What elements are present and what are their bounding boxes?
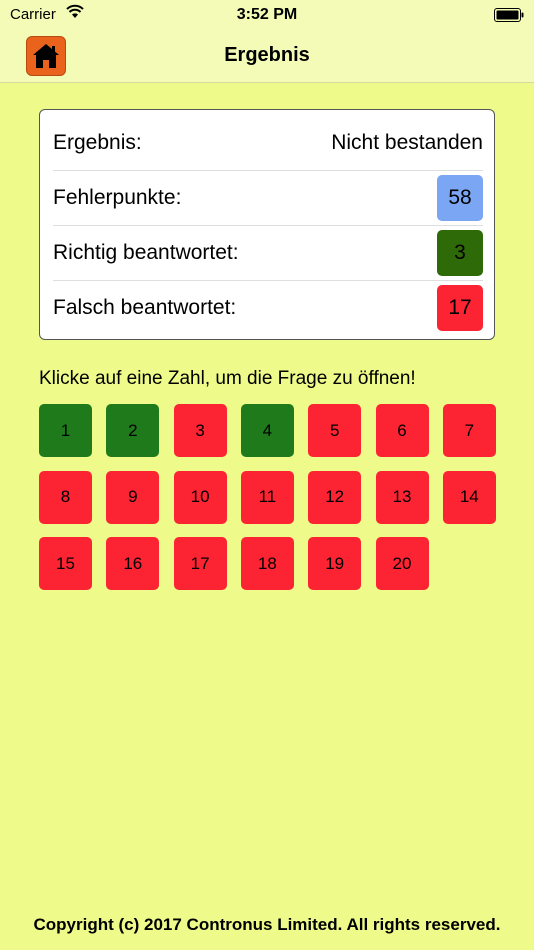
- fehlerpunkte-badge: 58: [437, 174, 483, 221]
- question-button-15[interactable]: 15: [39, 537, 92, 590]
- question-button-12[interactable]: 12: [308, 470, 362, 524]
- question-button-7[interactable]: 7: [442, 404, 496, 457]
- falsch-badge: 17: [437, 284, 483, 331]
- copyright-footer: Copyright (c) 2017 Contronus Limited. Al…: [33, 915, 501, 934]
- falsch-label: Falsch beantwortet:: [53, 295, 237, 319]
- question-button-2[interactable]: 2: [106, 404, 160, 457]
- question-button-18[interactable]: 18: [240, 537, 294, 590]
- battery-icon: [494, 8, 524, 22]
- question-button-17[interactable]: 17: [173, 537, 227, 590]
- question-button-10[interactable]: 10: [173, 470, 227, 524]
- status-bar: Carrier 3:52 PM: [0, 0, 534, 30]
- question-button-6[interactable]: 6: [375, 404, 429, 457]
- nav-bar: Ergebnis: [0, 30, 534, 83]
- hint-text: Klicke auf eine Zahl, um die Frage zu öf…: [39, 368, 416, 389]
- result-row-falsch: Falsch beantwortet: 17: [53, 280, 483, 335]
- question-button-4[interactable]: 4: [240, 404, 294, 457]
- question-button-1[interactable]: 1: [39, 404, 92, 457]
- question-button-9[interactable]: 9: [106, 470, 160, 524]
- question-button-14[interactable]: 14: [442, 470, 496, 524]
- question-button-8[interactable]: 8: [39, 470, 92, 524]
- status-time: 3:52 PM: [236, 6, 298, 23]
- question-button-11[interactable]: 11: [240, 470, 294, 524]
- ergebnis-label: Ergebnis:: [53, 130, 142, 154]
- page-title: Ergebnis: [224, 44, 310, 66]
- result-row-richtig: Richtig beantwortet: 3: [53, 225, 483, 281]
- question-button-3[interactable]: 3: [173, 404, 227, 457]
- fehlerpunkte-label: Fehlerpunkte:: [53, 185, 182, 209]
- question-button-19[interactable]: 19: [308, 537, 362, 590]
- result-row-fehlerpunkte: Fehlerpunkte: 58: [53, 170, 483, 226]
- result-card: Ergebnis: Nicht bestanden Fehlerpunkte: …: [39, 109, 495, 340]
- richtig-badge: 3: [437, 229, 483, 276]
- result-row-ergebnis: Ergebnis: Nicht bestanden: [53, 115, 483, 171]
- question-button-20[interactable]: 20: [375, 537, 429, 590]
- question-button-13[interactable]: 13: [375, 470, 429, 524]
- question-button-16[interactable]: 16: [106, 537, 160, 590]
- richtig-label: Richtig beantwortet:: [53, 240, 239, 264]
- ergebnis-value: Nicht bestanden: [331, 130, 483, 154]
- question-button-5[interactable]: 5: [308, 404, 362, 457]
